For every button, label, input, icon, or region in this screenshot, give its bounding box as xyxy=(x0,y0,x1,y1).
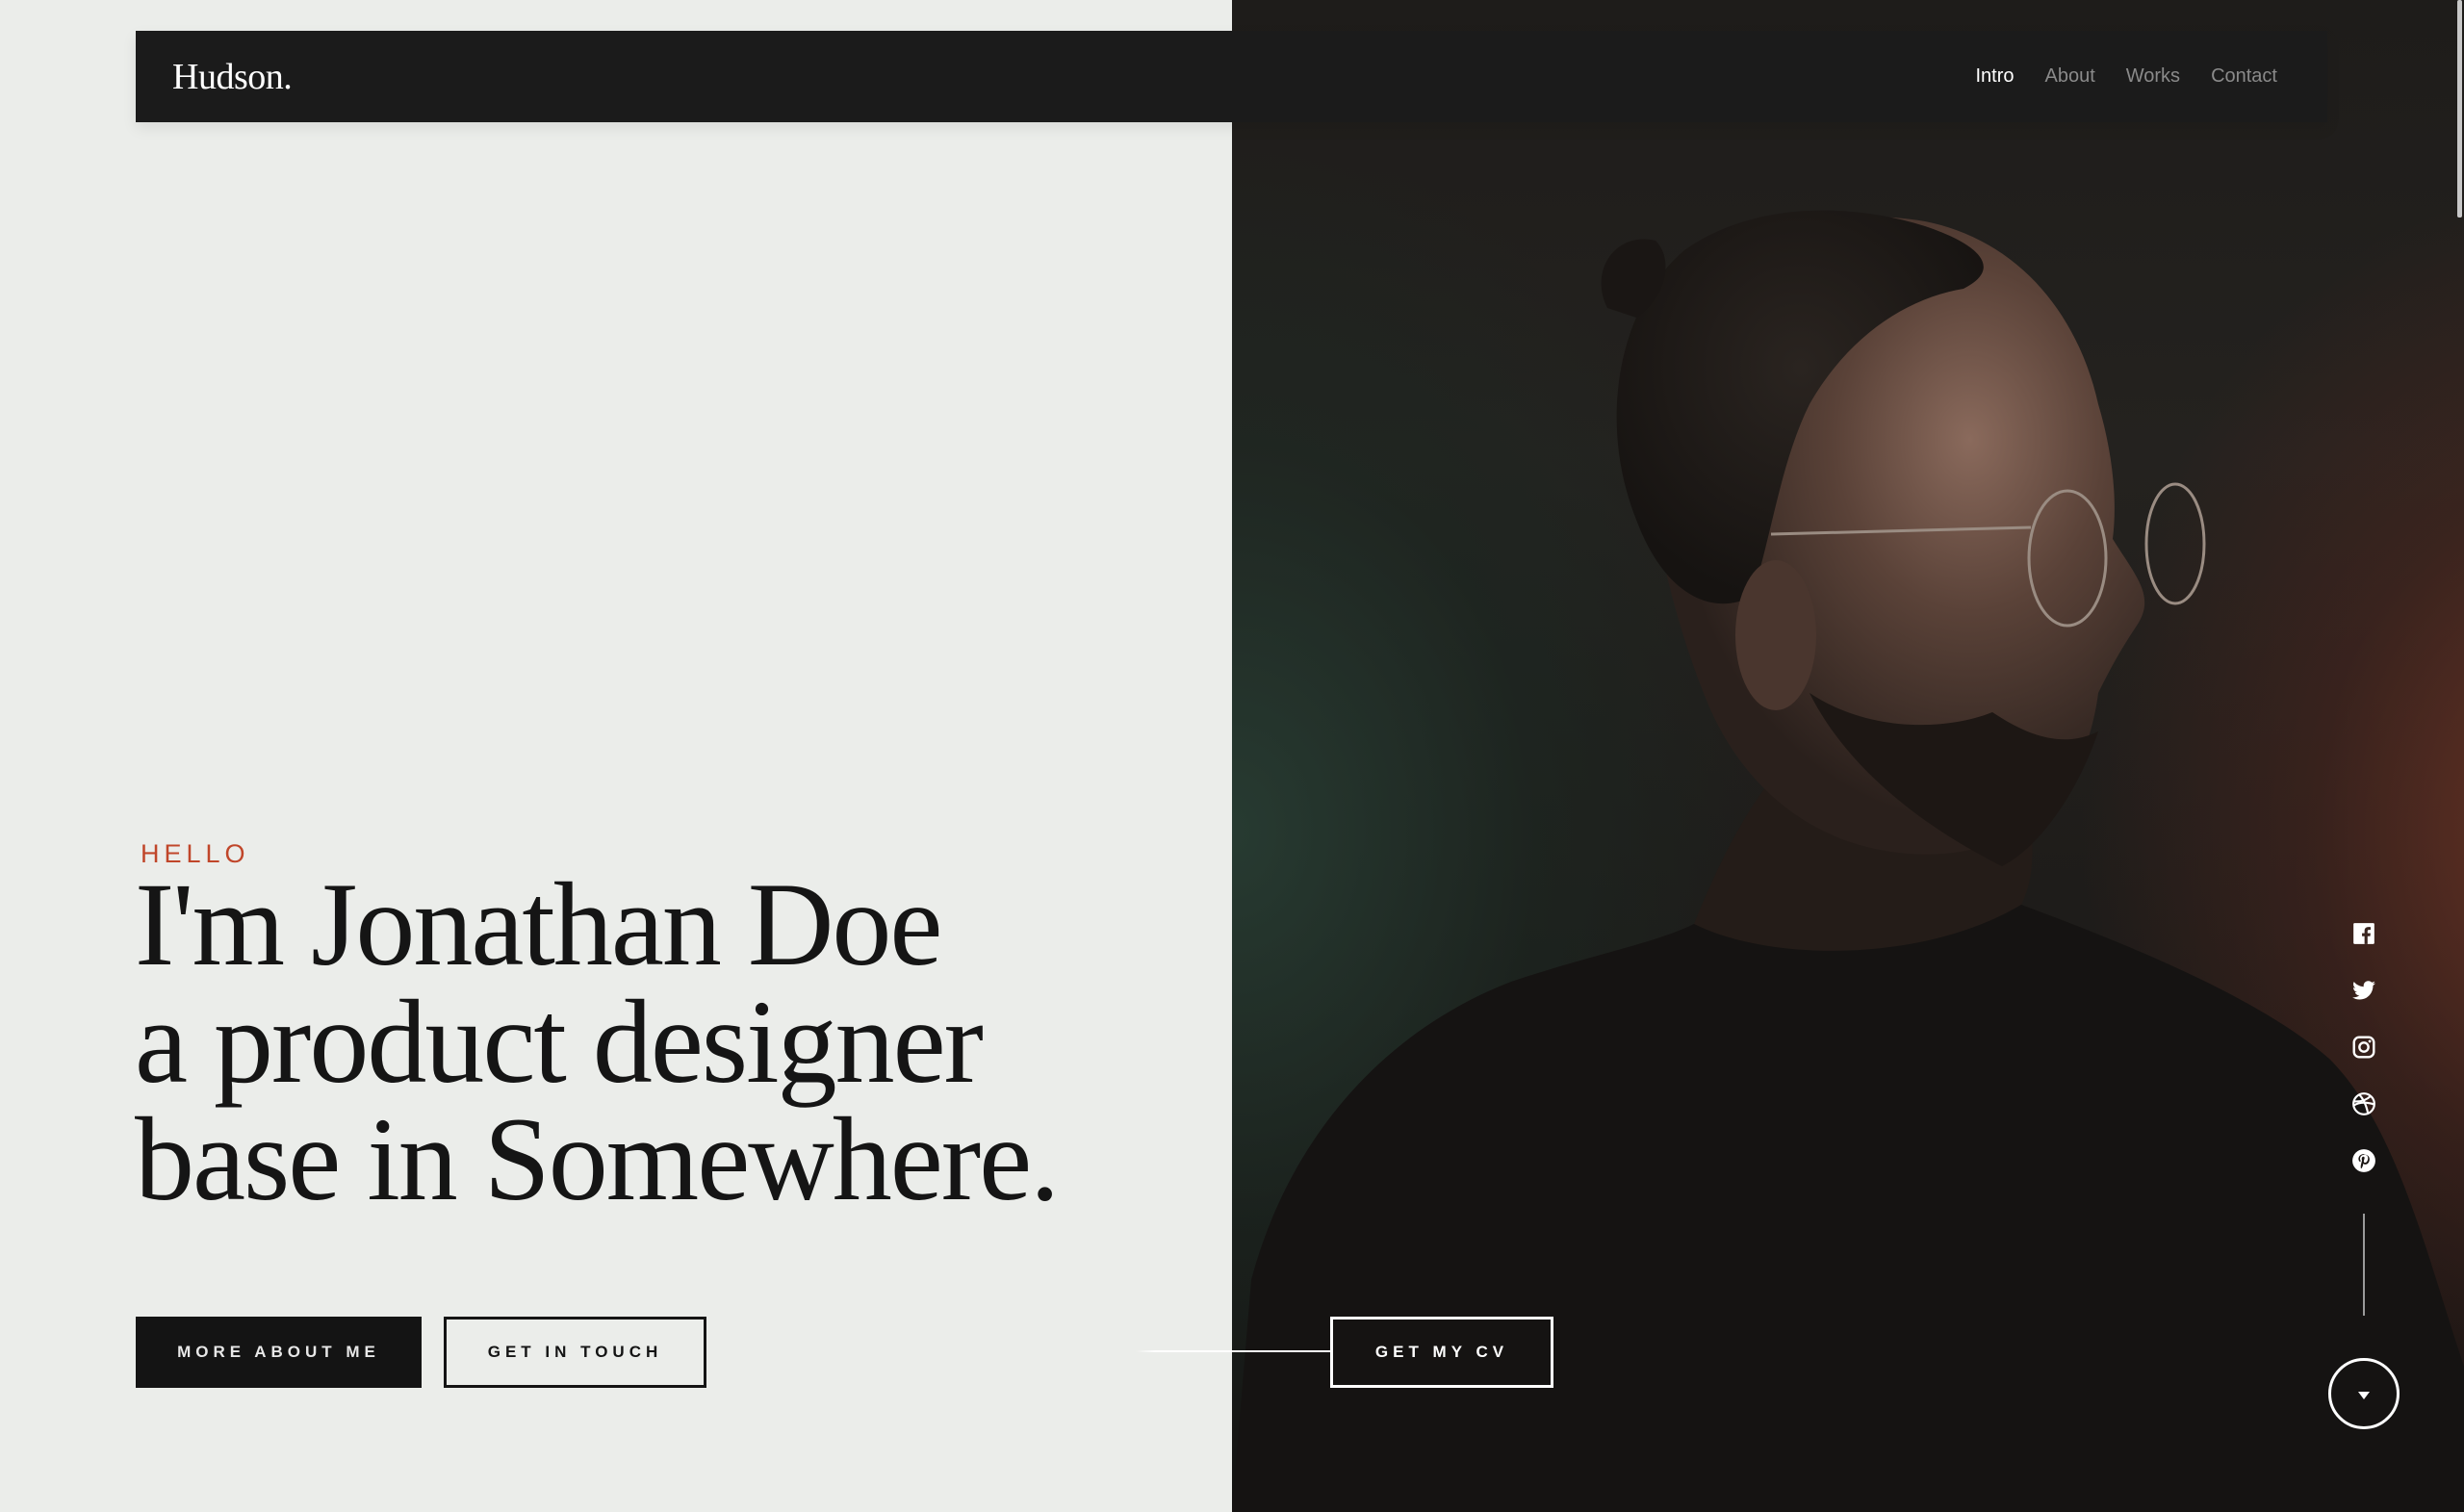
social-link-pinterest[interactable] xyxy=(2350,1147,2377,1174)
page-scrollbar[interactable] xyxy=(2457,0,2462,218)
shirt-shape xyxy=(1232,905,2464,1512)
social-link-dribbble[interactable] xyxy=(2350,1090,2377,1117)
get-in-touch-button[interactable]: GET IN TOUCH xyxy=(444,1317,706,1388)
hero-portrait-photo xyxy=(1232,0,2464,1512)
pinterest-icon xyxy=(2352,1149,2375,1172)
site-header: Hudson. Intro About Works Contact xyxy=(136,31,2327,122)
get-my-cv-button[interactable]: GET MY CV xyxy=(1330,1317,1553,1388)
nav-item-contact[interactable]: Contact xyxy=(2211,65,2277,88)
social-link-instagram[interactable] xyxy=(2350,1034,2377,1061)
social-link-facebook[interactable] xyxy=(2350,920,2377,947)
headline-line-2: a product designer xyxy=(135,976,984,1108)
headline-line-1: I'm Jonathan Doe xyxy=(135,859,942,990)
instagram-icon xyxy=(2352,1036,2375,1059)
main-nav: Intro About Works Contact xyxy=(1975,65,2277,88)
logo[interactable]: Hudson. xyxy=(172,56,293,98)
nav-item-intro[interactable]: Intro xyxy=(1975,65,2014,88)
social-link-twitter[interactable] xyxy=(2350,977,2377,1004)
scroll-down-button[interactable] xyxy=(2328,1358,2400,1429)
nav-item-about[interactable]: About xyxy=(2044,65,2094,88)
caret-down-icon xyxy=(2358,1391,2370,1399)
twitter-icon xyxy=(2352,981,2375,1000)
facebook-icon xyxy=(2353,923,2374,944)
social-links xyxy=(2345,920,2383,1174)
cv-connector-line xyxy=(1136,1350,1332,1352)
portrait-illustration xyxy=(1232,210,2464,1512)
nav-item-works[interactable]: Works xyxy=(2126,65,2180,88)
left-panel xyxy=(0,0,1232,1512)
more-about-me-button[interactable]: MORE ABOUT ME xyxy=(136,1317,422,1388)
scroll-indicator-line xyxy=(2363,1214,2365,1316)
dribbble-icon xyxy=(2352,1092,2375,1115)
ear-shape xyxy=(1735,560,1816,710)
headline-line-3: base in Somewhere. xyxy=(135,1093,1060,1225)
hero-headline: I'm Jonathan Doe a product designer base… xyxy=(135,859,1060,1225)
